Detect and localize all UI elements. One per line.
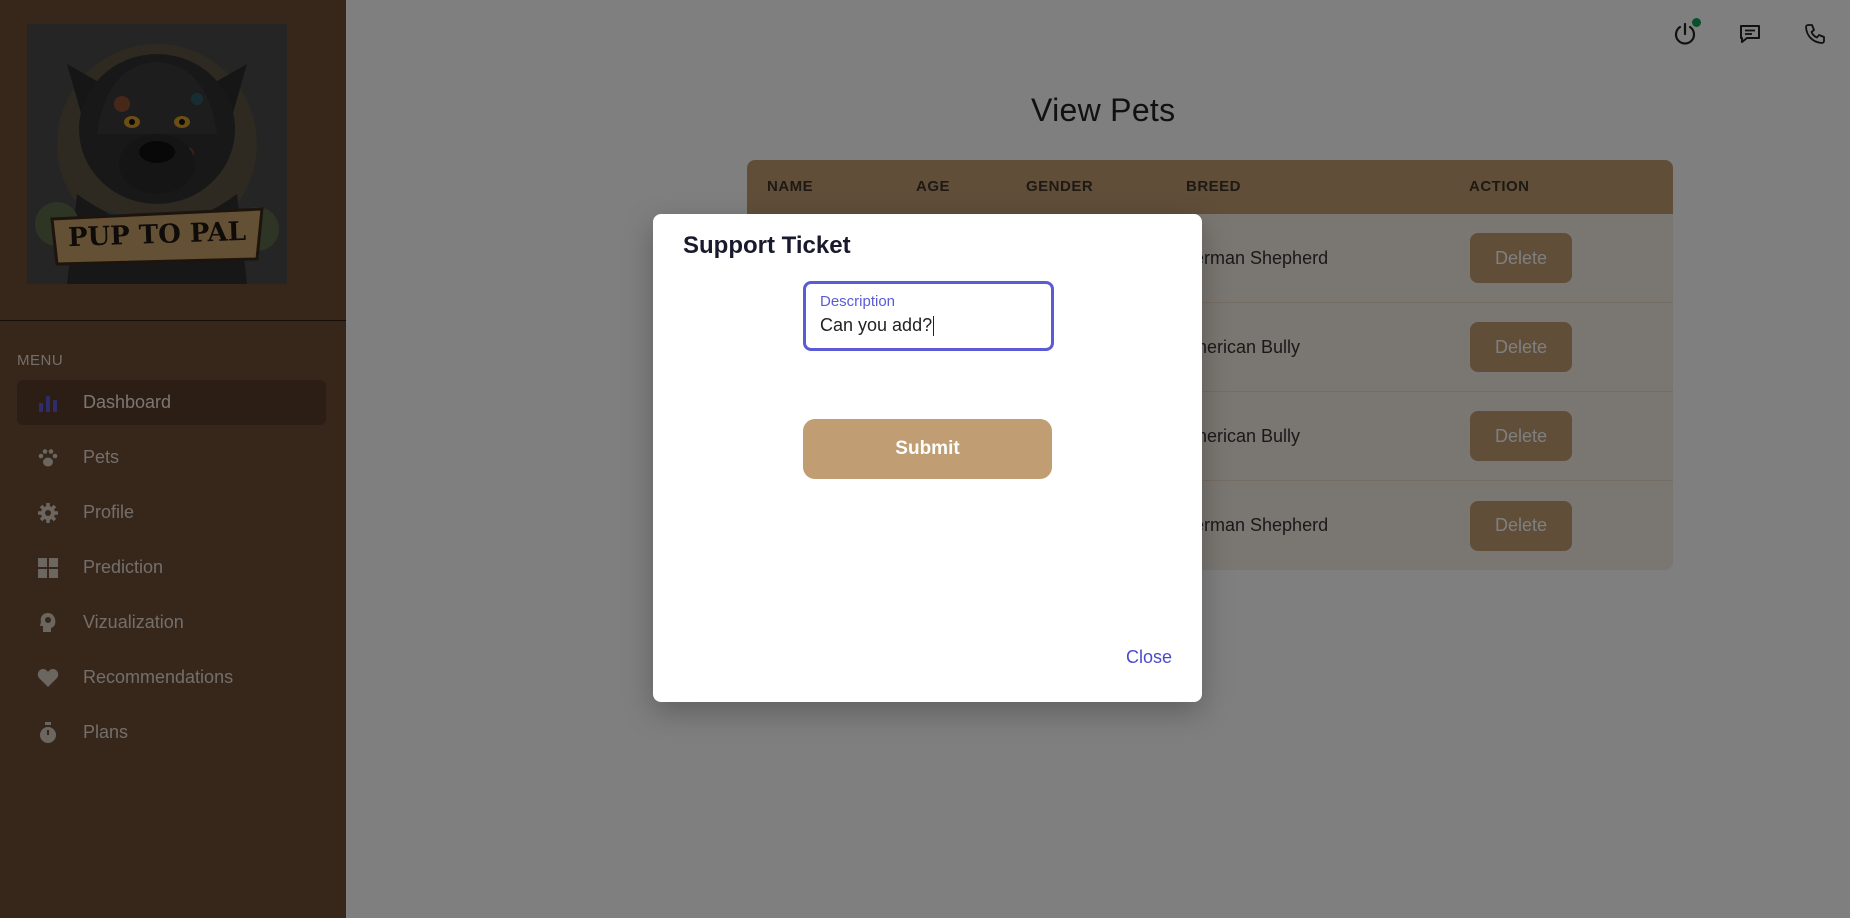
description-value: Can you add? <box>820 315 933 335</box>
description-label: Description <box>820 293 896 310</box>
description-input[interactable]: Can you add? <box>820 315 1040 337</box>
submit-button[interactable]: Submit <box>803 419 1052 479</box>
close-link[interactable]: Close <box>1126 647 1172 668</box>
support-ticket-modal: Support Ticket Description Can you add? … <box>653 214 1202 702</box>
modal-title: Support Ticket <box>683 232 851 259</box>
description-field[interactable]: Description Can you add? <box>803 281 1054 351</box>
text-caret <box>933 316 935 337</box>
